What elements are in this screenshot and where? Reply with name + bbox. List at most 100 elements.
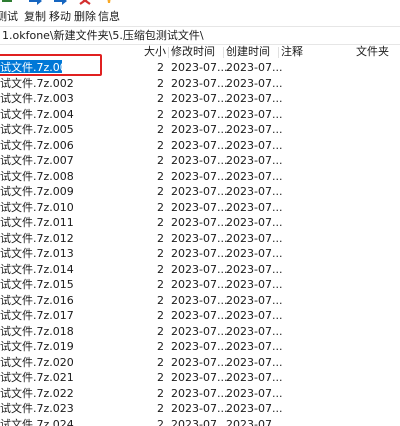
delete-button-label: 删除 <box>74 10 96 23</box>
file-modified: 2023-07... <box>171 123 228 136</box>
file-size: 2 <box>157 123 164 136</box>
file-size: 2 <box>157 355 164 369</box>
file-row[interactable]: 试文件.7z.005 2 2023-07... 2023-07... <box>0 122 400 138</box>
file-name: 试文件.7z.015 <box>0 278 74 291</box>
file-size: 2 <box>157 200 164 214</box>
file-created: 2023-07... <box>226 123 283 136</box>
file-row[interactable]: 试文件.7z.003 2 2023-07... 2023-07... <box>0 91 400 107</box>
file-created: 2023-07... <box>226 324 283 338</box>
column-modified[interactable]: 修改时间 <box>171 45 223 59</box>
file-row[interactable]: 试文件.7z.024 2 2023-07... 2023-07... <box>0 417 400 426</box>
file-created: 2023-07... <box>226 293 283 307</box>
file-name: 试文件.7z.005 <box>0 123 74 136</box>
file-modified: 2023-07... <box>171 200 228 214</box>
column-header: 大小 修改时间 创建时间 注释 文件夹 <box>0 45 400 59</box>
file-row[interactable]: 试文件.7z.017 2 2023-07... 2023-07... <box>0 308 400 324</box>
file-modified: 2023-07... <box>171 231 228 245</box>
file-size: 2 <box>157 216 164 229</box>
file-row[interactable]: 试文件.7z.023 2 2023-07... 2023-07... <box>0 401 400 417</box>
file-size: 2 <box>157 262 164 276</box>
file-row[interactable]: 试文件.7z.008 2 2023-07... 2023-07... <box>0 169 400 185</box>
file-name: 试文件.7z.019 <box>0 340 74 353</box>
column-divider[interactable] <box>223 47 224 58</box>
file-row[interactable]: 试文件.7z.020 2 2023-07... 2023-07... <box>0 355 400 371</box>
test-button[interactable]: 测试 <box>0 0 20 26</box>
file-modified: 2023-07... <box>171 293 228 307</box>
file-row[interactable]: 试文件.7z.015 2 2023-07... 2023-07... <box>0 277 400 293</box>
file-size: 2 <box>157 169 164 183</box>
file-modified: 2023-07... <box>171 185 228 198</box>
copy-button[interactable]: 复制 <box>22 0 48 26</box>
file-name: 试文件.7z.017 <box>0 309 74 322</box>
file-size: 2 <box>157 386 164 400</box>
file-row[interactable]: 试文件.7z.021 2 2023-07... 2023-07... <box>0 370 400 386</box>
file-created: 2023-07... <box>226 371 283 384</box>
file-size: 2 <box>157 417 164 426</box>
file-size: 2 <box>157 61 164 74</box>
column-comment[interactable]: 注释 <box>281 45 309 59</box>
file-modified: 2023-07... <box>171 386 228 400</box>
file-name: 试文件.7z.022 <box>0 386 74 400</box>
file-row[interactable]: 试文件.7z.010 2 2023-07... 2023-07... <box>0 200 400 216</box>
file-size: 2 <box>157 371 164 384</box>
file-created: 2023-07... <box>226 340 283 353</box>
column-folder[interactable]: 文件夹 <box>356 45 396 59</box>
address-bar[interactable]: 1.okfone\新建文件夹\5.压缩包测试文件\ <box>0 27 400 44</box>
file-name: 试文件.7z.001 <box>0 61 74 74</box>
file-created: 2023-07... <box>226 247 283 260</box>
test-icon <box>2 0 12 2</box>
file-modified: 2023-07... <box>171 324 228 338</box>
column-created[interactable]: 创建时间 <box>226 45 278 59</box>
file-modified: 2023-07... <box>171 355 228 369</box>
file-row[interactable]: 试文件.7z.012 2 2023-07... 2023-07... <box>0 231 400 247</box>
file-size: 2 <box>157 247 164 260</box>
file-row[interactable]: 试文件.7z.004 2 2023-07... 2023-07... <box>0 107 400 123</box>
column-divider[interactable] <box>278 47 279 58</box>
toolbar: 测试 复制 移动 删除 信息 <box>0 0 400 26</box>
file-modified: 2023-07... <box>171 417 228 426</box>
file-name: 试文件.7z.003 <box>0 92 74 105</box>
file-created: 2023-07... <box>226 138 283 152</box>
file-row[interactable]: 试文件.7z.014 2 2023-07... 2023-07... <box>0 262 400 278</box>
file-row[interactable]: 试文件.7z.006 2 2023-07... 2023-07... <box>0 138 400 154</box>
file-created: 2023-07... <box>226 278 283 291</box>
column-divider[interactable] <box>168 47 169 58</box>
file-row[interactable]: 试文件.7z.001 2 2023-07... 2023-07... <box>0 60 400 76</box>
file-created: 2023-07... <box>226 262 283 276</box>
file-created: 2023-07... <box>226 107 283 121</box>
info-button[interactable]: 信息 <box>96 0 122 26</box>
column-size[interactable]: 大小 <box>144 45 166 59</box>
file-size: 2 <box>157 402 164 415</box>
info-icon <box>107 0 111 3</box>
file-created: 2023-07... <box>226 154 283 167</box>
test-button-label: 测试 <box>0 10 18 23</box>
file-row[interactable]: 试文件.7z.016 2 2023-07... 2023-07... <box>0 293 400 309</box>
file-name: 试文件.7z.023 <box>0 402 74 415</box>
file-name: 试文件.7z.016 <box>0 293 74 307</box>
file-size: 2 <box>157 185 164 198</box>
file-row[interactable]: 试文件.7z.007 2 2023-07... 2023-07... <box>0 153 400 169</box>
file-modified: 2023-07... <box>171 92 228 105</box>
file-row[interactable]: 试文件.7z.022 2 2023-07... 2023-07... <box>0 386 400 402</box>
file-created: 2023-07... <box>226 92 283 105</box>
file-row[interactable]: 试文件.7z.018 2 2023-07... 2023-07... <box>0 324 400 340</box>
file-size: 2 <box>157 324 164 338</box>
file-row[interactable]: 试文件.7z.011 2 2023-07... 2023-07... <box>0 215 400 231</box>
file-name: 试文件.7z.008 <box>0 169 74 183</box>
file-name: 试文件.7z.020 <box>0 355 74 369</box>
move-button[interactable]: 移动 <box>47 0 73 26</box>
file-row[interactable]: 试文件.7z.013 2 2023-07... 2023-07... <box>0 246 400 262</box>
file-row[interactable]: 试文件.7z.019 2 2023-07... 2023-07... <box>0 339 400 355</box>
file-row[interactable]: 试文件.7z.009 2 2023-07... 2023-07... <box>0 184 400 200</box>
file-created: 2023-07... <box>226 185 283 198</box>
delete-button[interactable]: 删除 <box>72 0 98 26</box>
file-name: 试文件.7z.014 <box>0 262 74 276</box>
file-created: 2023-07... <box>226 309 283 322</box>
file-created: 2023-07... <box>226 216 283 229</box>
file-modified: 2023-07... <box>171 371 228 384</box>
file-created: 2023-07... <box>226 402 283 415</box>
file-name: 试文件.7z.021 <box>0 371 74 384</box>
file-created: 2023-07... <box>226 61 283 74</box>
file-row[interactable]: 试文件.7z.002 2 2023-07... 2023-07... <box>0 76 400 92</box>
move-icon <box>54 0 67 5</box>
